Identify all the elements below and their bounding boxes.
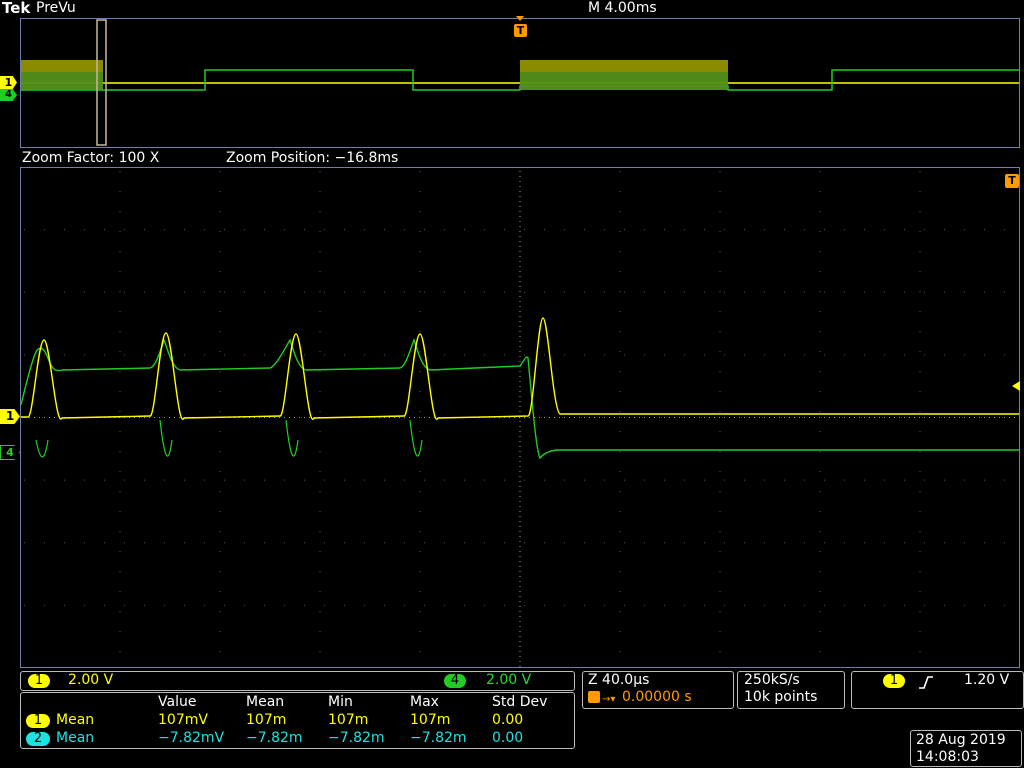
trigger-level-value: 1.20 V bbox=[964, 672, 1010, 688]
rising-edge-icon bbox=[919, 676, 933, 689]
date-value: 28 Aug 2019 bbox=[916, 732, 1006, 748]
time-value: 14:08:03 bbox=[916, 749, 979, 765]
